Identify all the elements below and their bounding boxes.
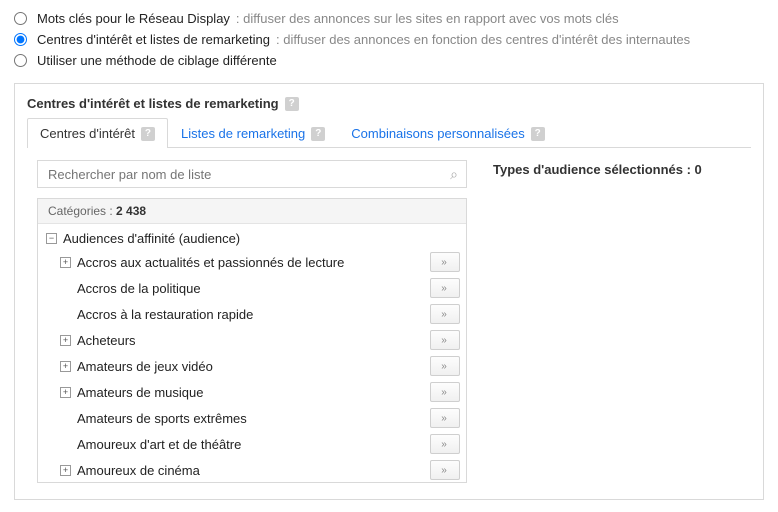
tree-row[interactable]: + Amateurs de jeux vidéo » — [44, 353, 462, 379]
expander-spacer — [60, 413, 71, 424]
tabs: Centres d'intérêt ? Listes de remarketin… — [27, 117, 751, 148]
tree-item-label: Amateurs de musique — [77, 385, 424, 400]
tab-remarketing[interactable]: Listes de remarketing ? — [168, 118, 338, 148]
tree-item-label: Acheteurs — [77, 333, 424, 348]
tree-row[interactable]: + Amateurs de musique » — [44, 379, 462, 405]
panel-title: Centres d'intérêt et listes de remarketi… — [27, 96, 751, 111]
add-category-button[interactable]: » — [430, 252, 460, 272]
expand-icon[interactable]: + — [60, 335, 71, 346]
help-icon[interactable]: ? — [311, 127, 325, 141]
interests-panel: Centres d'intérêt et listes de remarketi… — [14, 83, 764, 500]
selected-title-prefix: Types d'audience sélectionnés : — [493, 162, 695, 177]
tab-interests[interactable]: Centres d'intérêt ? — [27, 118, 168, 148]
tab-combos[interactable]: Combinaisons personnalisées ? — [338, 118, 557, 148]
help-icon[interactable]: ? — [141, 127, 155, 141]
add-category-button[interactable]: » — [430, 382, 460, 402]
tree-item-label: Amateurs de sports extrêmes — [77, 411, 424, 426]
tree-item-label: Amateurs de jeux vidéo — [77, 359, 424, 374]
add-category-button[interactable]: » — [430, 408, 460, 428]
tab-interests-label: Centres d'intérêt — [40, 126, 135, 141]
selected-count: 0 — [695, 162, 702, 177]
tree-row[interactable]: Amoureux d'art et de théâtre » — [44, 431, 462, 457]
expand-icon[interactable]: + — [60, 465, 71, 476]
expander-spacer — [60, 439, 71, 450]
tree-item-label: Accros aux actualités et passionnés de l… — [77, 255, 424, 270]
radio-keywords-label: Mots clés pour le Réseau Display — [37, 11, 230, 26]
radio-interests-desc: : diffuser des annonces en fonction des … — [276, 32, 690, 47]
tree-row[interactable]: Accros à la restauration rapide » — [44, 301, 462, 327]
search-input[interactable] — [46, 166, 450, 183]
help-icon[interactable]: ? — [285, 97, 299, 111]
tree-item-label: Accros de la politique — [77, 281, 424, 296]
tree-row[interactable]: Accros de la politique » — [44, 275, 462, 301]
expand-icon[interactable]: + — [60, 387, 71, 398]
radio-interests[interactable] — [14, 33, 27, 46]
panel-body: ⌕ Catégories : 2 438 − Audiences d'affin… — [27, 148, 751, 489]
tree-row[interactable]: + Amoureux de cinéma » — [44, 457, 462, 482]
tree-item-label: Accros à la restauration rapide — [77, 307, 424, 322]
collapse-icon[interactable]: − — [46, 233, 57, 244]
tab-combos-label: Combinaisons personnalisées — [351, 126, 524, 141]
selected-audience-title: Types d'audience sélectionnés : 0 — [493, 162, 741, 177]
search-icon[interactable]: ⌕ — [450, 166, 458, 183]
add-category-button[interactable]: » — [430, 434, 460, 454]
list-header: Catégories : 2 438 — [38, 199, 466, 224]
panel-title-text: Centres d'intérêt et listes de remarketi… — [27, 96, 279, 111]
radio-keywords[interactable] — [14, 12, 27, 25]
right-column: Types d'audience sélectionnés : 0 — [477, 148, 751, 489]
expander-spacer — [60, 309, 71, 320]
help-icon[interactable]: ? — [531, 127, 545, 141]
list-header-prefix: Catégories : — [48, 204, 116, 218]
add-category-button[interactable]: » — [430, 304, 460, 324]
search-box[interactable]: ⌕ — [37, 160, 467, 188]
radio-other[interactable] — [14, 54, 27, 67]
radio-other-label: Utiliser une méthode de ciblage différen… — [37, 53, 277, 68]
tree-item-label: Amoureux d'art et de théâtre — [77, 437, 424, 452]
radio-interests-label: Centres d'intérêt et listes de remarketi… — [37, 32, 270, 47]
add-category-button[interactable]: » — [430, 356, 460, 376]
left-column: ⌕ Catégories : 2 438 − Audiences d'affin… — [27, 148, 477, 489]
list-scroll[interactable]: − Audiences d'affinité (audience) + Accro… — [38, 224, 466, 482]
add-category-button[interactable]: » — [430, 278, 460, 298]
tree-item-label: Amoureux de cinéma — [77, 463, 424, 478]
targeting-option-interests[interactable]: Centres d'intérêt et listes de remarketi… — [14, 29, 764, 50]
list-header-count: 2 438 — [116, 204, 146, 218]
category-listbox: Catégories : 2 438 − Audiences d'affinit… — [37, 198, 467, 483]
expand-icon[interactable]: + — [60, 257, 71, 268]
targeting-option-other[interactable]: Utiliser une méthode de ciblage différen… — [14, 50, 764, 71]
radio-keywords-desc: : diffuser des annonces sur les sites en… — [236, 11, 619, 26]
tree-root-label: Audiences d'affinité (audience) — [63, 231, 460, 246]
tree-root-row[interactable]: − Audiences d'affinité (audience) — [44, 228, 462, 249]
tree-row[interactable]: + Acheteurs » — [44, 327, 462, 353]
add-category-button[interactable]: » — [430, 330, 460, 350]
expander-spacer — [60, 283, 71, 294]
tree-row[interactable]: + Accros aux actualités et passionnés de … — [44, 249, 462, 275]
targeting-option-keywords[interactable]: Mots clés pour le Réseau Display : diffu… — [14, 8, 764, 29]
tree-row[interactable]: Amateurs de sports extrêmes » — [44, 405, 462, 431]
add-category-button[interactable]: » — [430, 460, 460, 480]
expand-icon[interactable]: + — [60, 361, 71, 372]
tab-remarketing-label: Listes de remarketing — [181, 126, 305, 141]
